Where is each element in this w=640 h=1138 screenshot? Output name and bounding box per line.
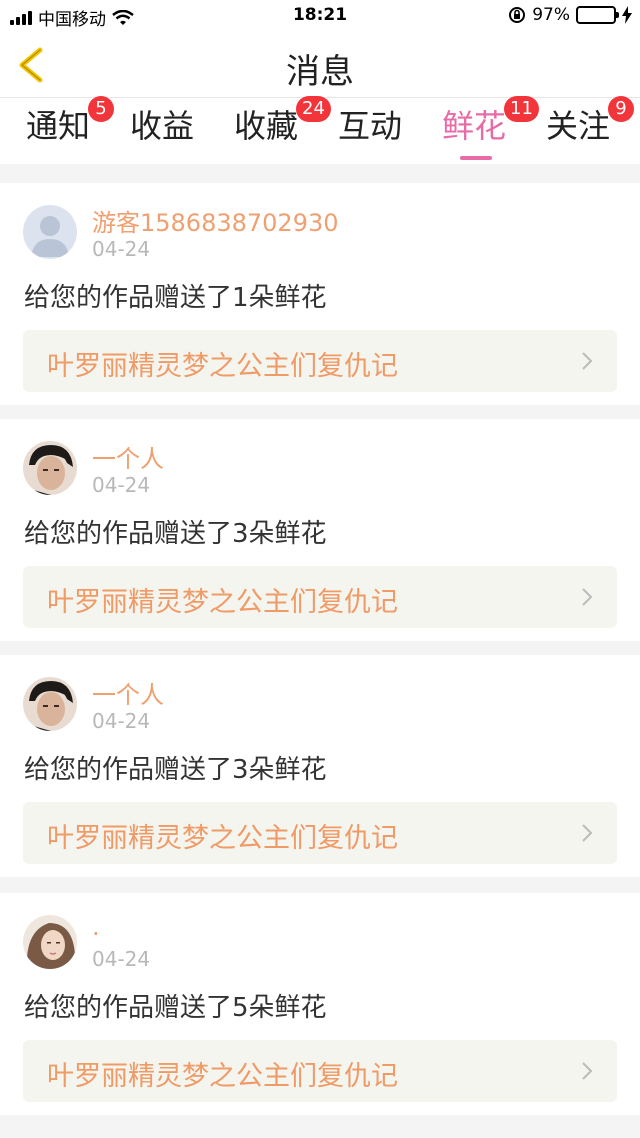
nav-bar: 消息 bbox=[0, 32, 640, 98]
favorites-badge: 24 bbox=[296, 96, 331, 122]
notification-badge: 5 bbox=[88, 96, 114, 122]
work-title: 叶罗丽精灵梦之公主们复仇记 bbox=[47, 351, 398, 382]
status-bar: 中国移动 18:21 97% bbox=[0, 0, 640, 32]
message-card: . 04-24 给您的作品赠送了5朵鲜花 叶罗丽精灵梦之公主们复仇记 bbox=[0, 893, 640, 1115]
tab-interactions[interactable]: 互动 bbox=[338, 104, 402, 160]
tab-notifications[interactable]: 通知 5 bbox=[26, 96, 114, 160]
work-link[interactable]: 叶罗丽精灵梦之公主们复仇记 bbox=[23, 1040, 617, 1102]
tab-label: 通知 bbox=[26, 107, 91, 145]
message-card: 一个人 04-24 给您的作品赠送了3朵鲜花 叶罗丽精灵梦之公主们复仇记 bbox=[0, 655, 640, 877]
orientation-lock-icon bbox=[509, 7, 526, 23]
chevron-right-icon bbox=[582, 352, 593, 370]
tab-label: 收益 bbox=[130, 107, 195, 145]
message-text: 给您的作品赠送了1朵鲜花 bbox=[24, 283, 327, 313]
sender-name[interactable]: 游客1586838702930 bbox=[92, 203, 339, 238]
work-title: 叶罗丽精灵梦之公主们复仇记 bbox=[47, 587, 398, 618]
male-avatar[interactable] bbox=[23, 677, 77, 731]
tab-favorites[interactable]: 收藏 24 bbox=[234, 96, 331, 160]
status-right: 97% bbox=[508, 5, 632, 25]
work-link[interactable]: 叶罗丽精灵梦之公主们复仇记 bbox=[23, 802, 617, 864]
following-badge: 9 bbox=[608, 96, 634, 122]
message-tabs: 通知 5 收益 收藏 24 互动 鲜花 11 关注 9 bbox=[0, 96, 640, 164]
tab-earnings[interactable]: 收益 bbox=[130, 104, 194, 160]
flowers-badge: 11 bbox=[504, 96, 539, 122]
battery-icon bbox=[576, 6, 619, 24]
message-card: 游客1586838702930 04-24 给您的作品赠送了1朵鲜花 叶罗丽精灵… bbox=[0, 183, 640, 405]
message-card: 一个人 04-24 给您的作品赠送了3朵鲜花 叶罗丽精灵梦之公主们复仇记 bbox=[0, 419, 640, 641]
battery-percent: 97% bbox=[532, 5, 570, 25]
page-title: 消息 bbox=[286, 52, 354, 92]
chevron-right-icon bbox=[582, 1062, 593, 1080]
work-link[interactable]: 叶罗丽精灵梦之公主们复仇记 bbox=[23, 330, 617, 392]
work-title: 叶罗丽精灵梦之公主们复仇记 bbox=[47, 823, 398, 854]
tab-label: 收藏 bbox=[234, 107, 299, 145]
message-date: 04-24 bbox=[92, 237, 151, 261]
work-link[interactable]: 叶罗丽精灵梦之公主们复仇记 bbox=[23, 566, 617, 628]
tab-label: 关注 bbox=[546, 107, 611, 145]
tab-label: 鲜花 bbox=[442, 107, 507, 145]
message-date: 04-24 bbox=[92, 947, 151, 971]
chevron-right-icon bbox=[582, 824, 593, 842]
chevron-right-icon bbox=[582, 588, 593, 606]
sender-name[interactable]: . bbox=[92, 913, 100, 941]
male-avatar[interactable] bbox=[23, 441, 77, 495]
default-avatar-icon[interactable] bbox=[23, 205, 77, 259]
tab-following[interactable]: 关注 9 bbox=[546, 96, 634, 160]
tab-flowers[interactable]: 鲜花 11 bbox=[442, 96, 539, 160]
sender-name[interactable]: 一个人 bbox=[92, 439, 164, 474]
female-avatar[interactable] bbox=[23, 915, 77, 969]
message-text: 给您的作品赠送了3朵鲜花 bbox=[24, 755, 327, 785]
tab-label: 互动 bbox=[338, 107, 403, 145]
message-date: 04-24 bbox=[92, 709, 151, 733]
message-text: 给您的作品赠送了5朵鲜花 bbox=[24, 993, 327, 1023]
message-text: 给您的作品赠送了3朵鲜花 bbox=[24, 519, 327, 549]
message-date: 04-24 bbox=[92, 473, 151, 497]
sender-name[interactable]: 一个人 bbox=[92, 675, 164, 710]
work-title: 叶罗丽精灵梦之公主们复仇记 bbox=[47, 1061, 398, 1092]
charging-icon bbox=[622, 6, 632, 24]
